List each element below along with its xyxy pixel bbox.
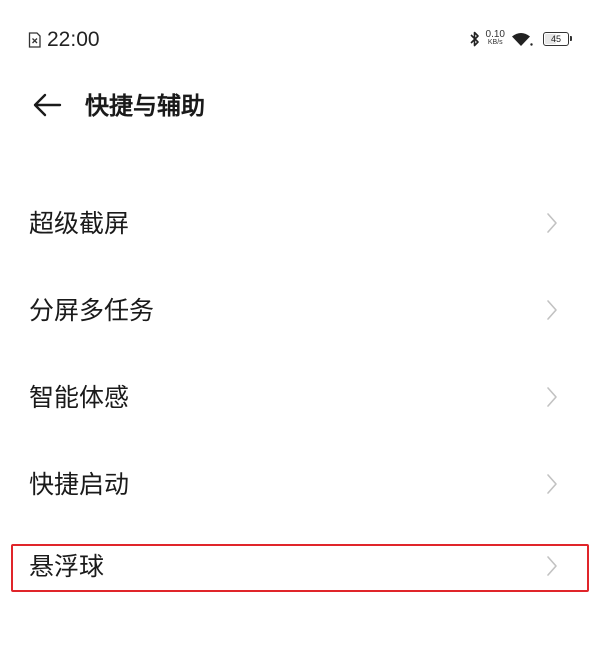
chevron-right-icon	[546, 299, 558, 321]
list-item-label: 悬浮球	[29, 552, 105, 581]
sim-icon	[28, 32, 41, 48]
status-right: 0.10 KB/s 45	[469, 29, 572, 48]
list-item-smart-motion[interactable]: 智能体感	[0, 353, 605, 440]
chevron-right-icon	[546, 386, 558, 408]
network-speed-unit: KB/s	[487, 39, 503, 46]
header: 快捷与辅助	[0, 80, 605, 132]
wifi-icon	[511, 31, 533, 47]
list-item-label: 分屏多任务	[29, 296, 155, 325]
list-item-label: 智能体感	[29, 383, 130, 412]
network-speed-value: 0.10	[485, 29, 505, 40]
settings-list: 超级截屏 分屏多任务 智能体感 快捷启动 悬浮球	[0, 179, 605, 614]
list-item-label: 快捷启动	[29, 470, 130, 499]
chevron-right-icon	[546, 212, 558, 234]
chevron-right-icon	[546, 473, 558, 495]
list-item-label: 超级截屏	[29, 209, 130, 238]
status-left: 22:00	[28, 28, 100, 52]
list-item-split-screen[interactable]: 分屏多任务	[0, 266, 605, 353]
chevron-right-icon	[546, 555, 558, 577]
back-button[interactable]	[30, 90, 64, 124]
battery-level: 45	[550, 34, 561, 44]
list-item-super-screenshot[interactable]: 超级截屏	[0, 179, 605, 266]
bluetooth-icon	[469, 30, 480, 48]
status-bar: 22:00 0.10 KB/s 45	[0, 0, 605, 80]
list-item-floating-ball[interactable]: 悬浮球	[0, 527, 605, 614]
network-speed: 0.10 KB/s	[485, 29, 505, 47]
battery-icon: 45	[543, 32, 572, 46]
back-arrow-icon	[32, 93, 62, 121]
status-time: 22:00	[47, 28, 100, 51]
page-title: 快捷与辅助	[85, 92, 205, 120]
list-item-quick-launch[interactable]: 快捷启动	[0, 440, 605, 527]
